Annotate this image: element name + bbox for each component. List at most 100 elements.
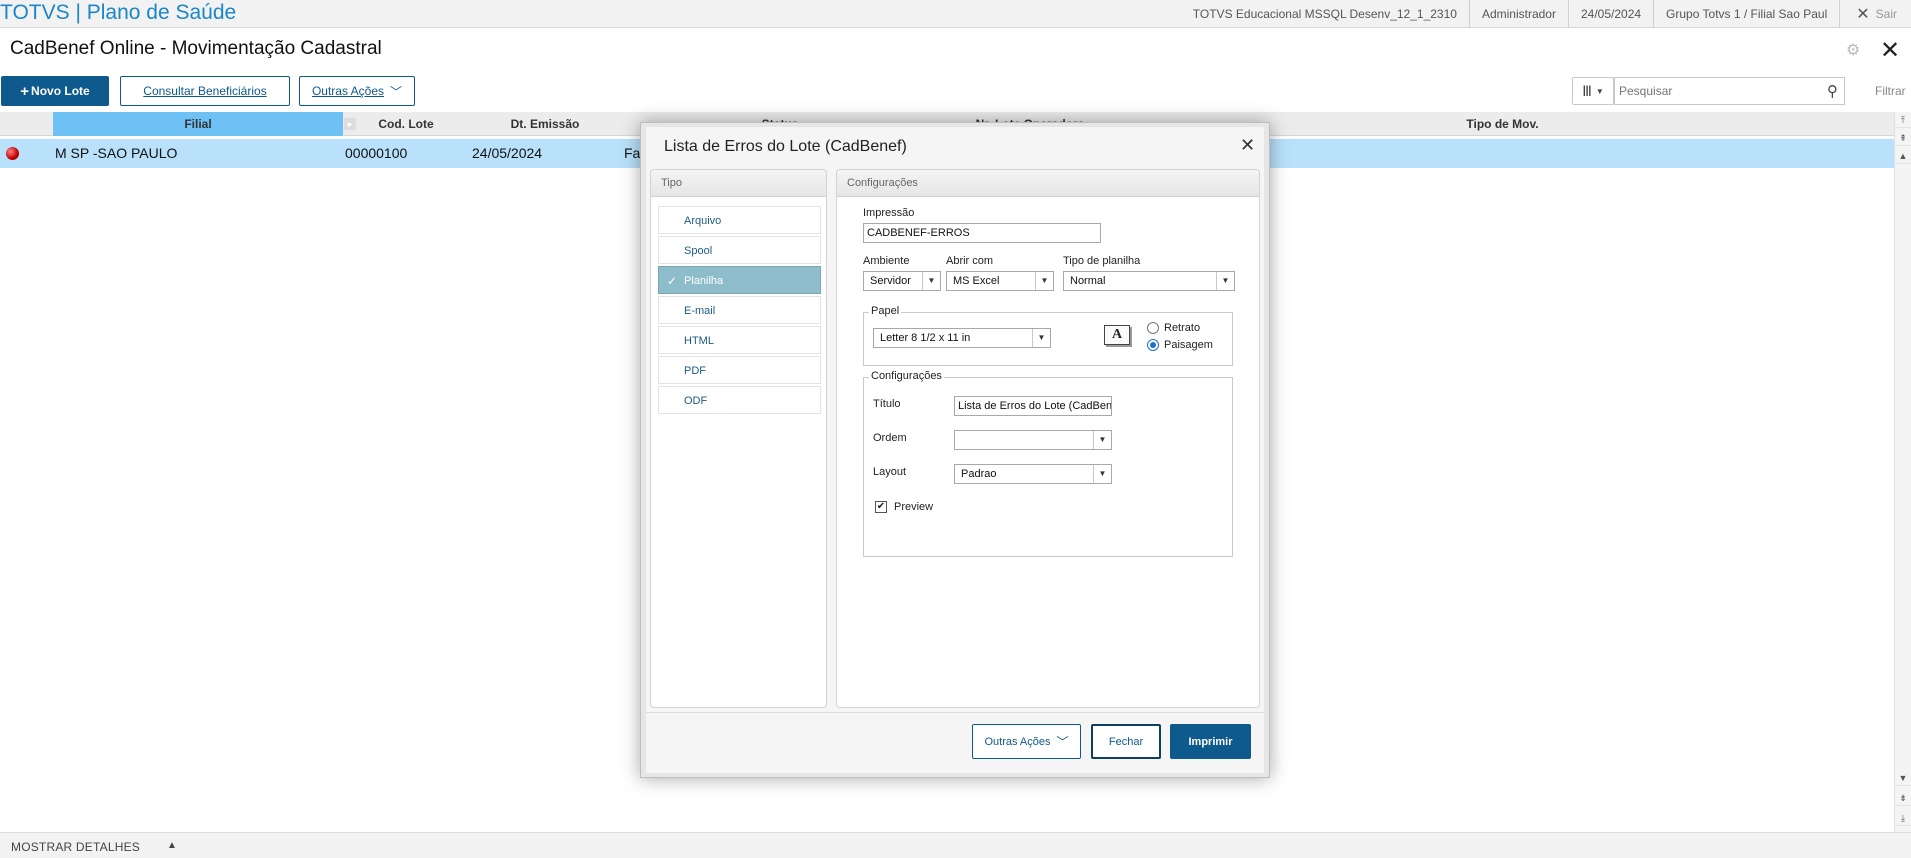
chevron-down-icon: ﹀ [390, 84, 403, 99]
tipo-item-email[interactable]: E-mail [658, 296, 821, 324]
column-header-cod-lote[interactable]: Cod. Lote [360, 112, 452, 136]
papel-select[interactable]: Letter 8 1/2 x 11 in ▼ [873, 328, 1051, 348]
consult-beneficiaries-button[interactable]: Consultar Beneficiários [120, 76, 290, 106]
tipo-item-odf[interactable]: ODF [658, 386, 821, 414]
other-actions-label: Outras Ações [311, 84, 385, 98]
layout-select[interactable]: Padrao ▼ [954, 464, 1112, 484]
vertical-scrollbar[interactable]: ⤒ ⇞ ▲ ▼ ⇟ ⤓ [1894, 112, 1911, 832]
tipo-panel: Tipo Arquivo Spool ✓ Planilha E-mail HTML… [650, 169, 827, 708]
dialog-other-actions-button[interactable]: Outras Ações ﹀ [972, 724, 1081, 759]
retrato-label: Retrato [1164, 322, 1201, 334]
scroll-bottom-icon[interactable]: ⤓ [1895, 810, 1911, 826]
close-page-button[interactable]: ✕ [1880, 36, 1900, 65]
papel-value: Letter 8 1/2 x 11 in [880, 332, 971, 344]
search-input[interactable] [1615, 78, 1815, 104]
user-label: Administrador [1468, 0, 1568, 28]
column-resize-handle[interactable]: ▸ [344, 118, 356, 130]
other-actions-button[interactable]: Outras Ações ﹀ [299, 76, 415, 106]
gear-icon[interactable]: ⚙ [1846, 40, 1860, 60]
print-button[interactable]: Imprimir [1170, 724, 1251, 759]
column-options-button[interactable]: Ⅲ ▼ [1572, 77, 1614, 105]
expand-up-icon[interactable]: ▲ [167, 840, 177, 851]
new-batch-label: Novo Lote [31, 84, 90, 98]
ambiente-value: Servidor [870, 275, 911, 287]
search-icon[interactable]: ⚲ [1827, 82, 1838, 100]
abrir-com-label: Abrir com [946, 255, 994, 267]
settings-fieldset: Configurações Título Lista de Erros do L… [863, 370, 1233, 557]
cell-filial: M SP -SAO PAULO [55, 145, 178, 161]
config-header: Configurações [837, 170, 1259, 197]
scroll-down-icon[interactable]: ▼ [1895, 770, 1911, 786]
tipo-item-planilha[interactable]: ✓ Planilha [658, 266, 821, 294]
layout-label: Layout [873, 466, 907, 478]
config-panel: Configurações Impressão CADBENEF-ERROS A… [836, 169, 1260, 708]
column-header-tipo-mov[interactable]: Tipo de Mov. [1440, 112, 1565, 136]
radio-paisagem[interactable] [1147, 339, 1159, 351]
column-header-filial[interactable]: Filial [53, 112, 343, 136]
tipo-item-arquivo[interactable]: Arquivo [658, 206, 821, 234]
page-title: CadBenef Online - Movimentação Cadastral [10, 38, 382, 59]
layout-value: Padrao [961, 468, 997, 480]
dialog-footer-divider [646, 712, 1264, 713]
scroll-page-up-icon[interactable]: ⇞ [1895, 130, 1911, 146]
session-info: TOTVS Educacional MSSQL Desenv_12_1_2310… [1181, 0, 1911, 28]
chevron-down-icon: ▼ [1035, 272, 1053, 290]
logout-button[interactable]: ✕ Sair [1839, 0, 1911, 28]
tipo-planilha-label: Tipo de planilha [1063, 255, 1141, 267]
scroll-page-down-icon[interactable]: ⇟ [1895, 790, 1911, 806]
cell-dt-emissao: 24/05/2024 [472, 145, 543, 161]
papel-fieldset: Papel Letter 8 1/2 x 11 in ▼ A Retrato Pa… [863, 305, 1233, 366]
show-details-label: MOSTRAR DETALHES [11, 840, 140, 854]
impressao-label: Impressão [863, 207, 915, 219]
branch-label[interactable]: Grupo Totvs 1 / Filial Sao Paul [1653, 0, 1839, 28]
dialog-title: Lista de Erros do Lote (CadBenef) [664, 138, 907, 155]
tipo-planilha-select[interactable]: Normal ▼ [1063, 271, 1235, 291]
caret-down-icon: ▼ [1595, 86, 1604, 96]
ordem-label: Ordem [873, 432, 907, 444]
preview-checkbox[interactable]: ✔ [875, 501, 887, 513]
ordem-select[interactable]: ▼ [954, 430, 1112, 450]
new-batch-button[interactable]: + Novo Lote [1, 76, 109, 106]
abrir-com-select[interactable]: MS Excel ▼ [946, 271, 1054, 291]
search-box: ⚲ [1614, 77, 1845, 105]
scroll-up-icon[interactable]: ▲ [1895, 148, 1911, 164]
impressao-input[interactable]: CADBENEF-ERROS [863, 223, 1101, 243]
consult-beneficiaries-label: Consultar Beneficiários [143, 84, 267, 98]
columns-icon: Ⅲ [1582, 82, 1592, 99]
chevron-down-icon: ▼ [1032, 329, 1050, 347]
chevron-down-icon: ▼ [1093, 465, 1111, 483]
radio-retrato[interactable] [1147, 322, 1159, 334]
plus-icon: + [20, 82, 30, 100]
logout-label: Sair [1875, 7, 1897, 21]
tipo-item-spool[interactable]: Spool [658, 236, 821, 264]
titulo-input[interactable]: Lista de Erros do Lote (CadBenef) [954, 396, 1112, 416]
settings-legend: Configurações [869, 370, 944, 382]
check-icon: ✓ [667, 274, 678, 288]
dialog-close-text-button[interactable]: Fechar [1091, 724, 1161, 759]
chevron-down-icon: ▼ [1093, 431, 1111, 449]
page-orientation-icon: A [1104, 325, 1130, 345]
papel-legend: Papel [869, 305, 902, 317]
chevron-down-icon: ▼ [1216, 272, 1234, 290]
chevron-down-icon: ﹀ [1056, 735, 1069, 749]
details-bar[interactable]: MOSTRAR DETALHES ▲ [0, 832, 1911, 858]
dialog-close-button[interactable]: ✕ [1240, 135, 1255, 156]
titulo-label: Título [873, 398, 901, 410]
filter-link[interactable]: Filtrar [1875, 84, 1906, 98]
error-status-icon [6, 147, 19, 160]
dialog-other-actions-label: Outras Ações [984, 735, 1051, 748]
column-header-dt-emissao[interactable]: Dt. Emissão [480, 112, 610, 136]
app-title: TOTVS | Plano de Saúde [0, 1, 237, 24]
ambiente-select[interactable]: Servidor ▼ [863, 271, 941, 291]
tipo-item-planilha-label: Planilha [684, 275, 724, 287]
scroll-top-icon[interactable]: ⤒ [1895, 112, 1911, 128]
ambiente-label: Ambiente [863, 255, 910, 267]
tipo-header: Tipo [651, 170, 826, 197]
abrir-com-value: MS Excel [953, 275, 1000, 287]
paisagem-label: Paisagem [1164, 339, 1213, 351]
date-label: 24/05/2024 [1567, 0, 1653, 28]
tipo-item-html[interactable]: HTML [658, 326, 821, 354]
close-icon: ✕ [1856, 6, 1870, 23]
tipo-item-pdf[interactable]: PDF [658, 356, 821, 384]
cell-status: Fa [624, 145, 641, 161]
